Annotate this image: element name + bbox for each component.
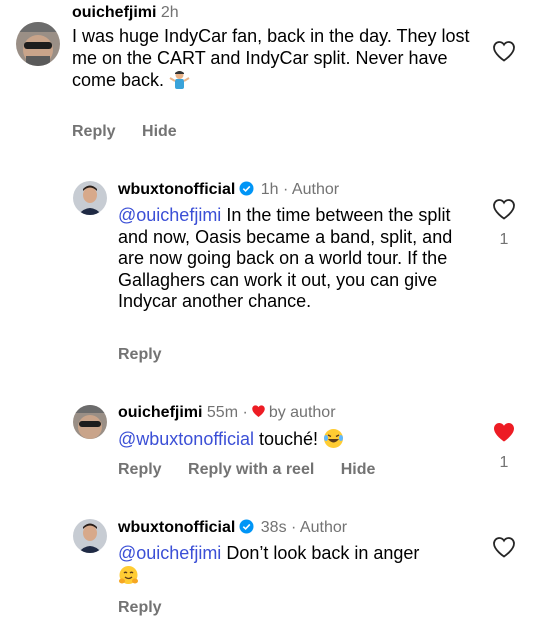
liked-by-author-heart-icon — [251, 404, 266, 418]
avatar[interactable] — [73, 181, 107, 215]
mention-link[interactable]: @wbuxtonofficial — [118, 429, 254, 449]
hide-button[interactable]: Hide — [341, 461, 376, 478]
hugging-face-icon — [118, 565, 139, 586]
like-count: 1 — [499, 231, 509, 248]
username[interactable]: ouichefjimi — [72, 4, 156, 21]
avatar[interactable] — [73, 405, 107, 439]
reply-button[interactable]: Reply — [72, 123, 116, 140]
username[interactable]: ouichefjimi — [118, 404, 202, 421]
avatar[interactable] — [16, 22, 60, 66]
timestamp: 38s — [260, 519, 287, 536]
comment-text: @ouichefjimi In the time between the spl… — [118, 205, 464, 313]
reply-button[interactable]: Reply — [118, 346, 162, 363]
hide-button[interactable]: Hide — [142, 123, 177, 140]
comment-text-content: Don’t look back in anger — [221, 543, 420, 563]
laughing-tears-icon — [323, 428, 344, 449]
author-label: Author — [291, 181, 340, 198]
timestamp: 55m — [206, 404, 239, 421]
timestamp: 2h — [160, 4, 179, 21]
heart-icon[interactable] — [492, 40, 516, 62]
username[interactable]: wbuxtonofficial — [118, 181, 235, 198]
reply-button[interactable]: Reply — [118, 461, 162, 478]
verified-badge-icon — [239, 519, 254, 534]
comment-text: @wbuxtonofficial touché! — [118, 428, 464, 451]
author-label: Author — [299, 519, 348, 536]
comment-text: @ouichefjimi Don’t look back in anger — [118, 543, 464, 587]
comment-text: I was huge IndyCar fan, back in the day.… — [72, 26, 472, 92]
reply-with-reel-button[interactable]: Reply with a reel — [188, 461, 314, 478]
like-count: 1 — [499, 454, 509, 471]
timestamp: 1h — [260, 181, 279, 198]
liked-by-label: by author — [268, 404, 336, 421]
separator: · — [242, 404, 248, 421]
verified-badge-icon — [239, 181, 254, 196]
person-shrugging-icon — [169, 69, 190, 90]
separator: · — [283, 181, 289, 198]
comment-text-content: I was huge IndyCar fan, back in the day.… — [72, 26, 470, 90]
mention-link[interactable]: @ouichefjimi — [118, 205, 221, 225]
comment-text-content: touché! — [254, 429, 319, 449]
separator: · — [291, 519, 297, 536]
heart-icon[interactable] — [492, 198, 516, 220]
avatar[interactable] — [73, 519, 107, 553]
username[interactable]: wbuxtonofficial — [118, 519, 235, 536]
reply-button[interactable]: Reply — [118, 599, 162, 616]
heart-icon[interactable] — [492, 536, 516, 558]
mention-link[interactable]: @ouichefjimi — [118, 543, 221, 563]
liked-heart-icon[interactable] — [492, 421, 516, 443]
